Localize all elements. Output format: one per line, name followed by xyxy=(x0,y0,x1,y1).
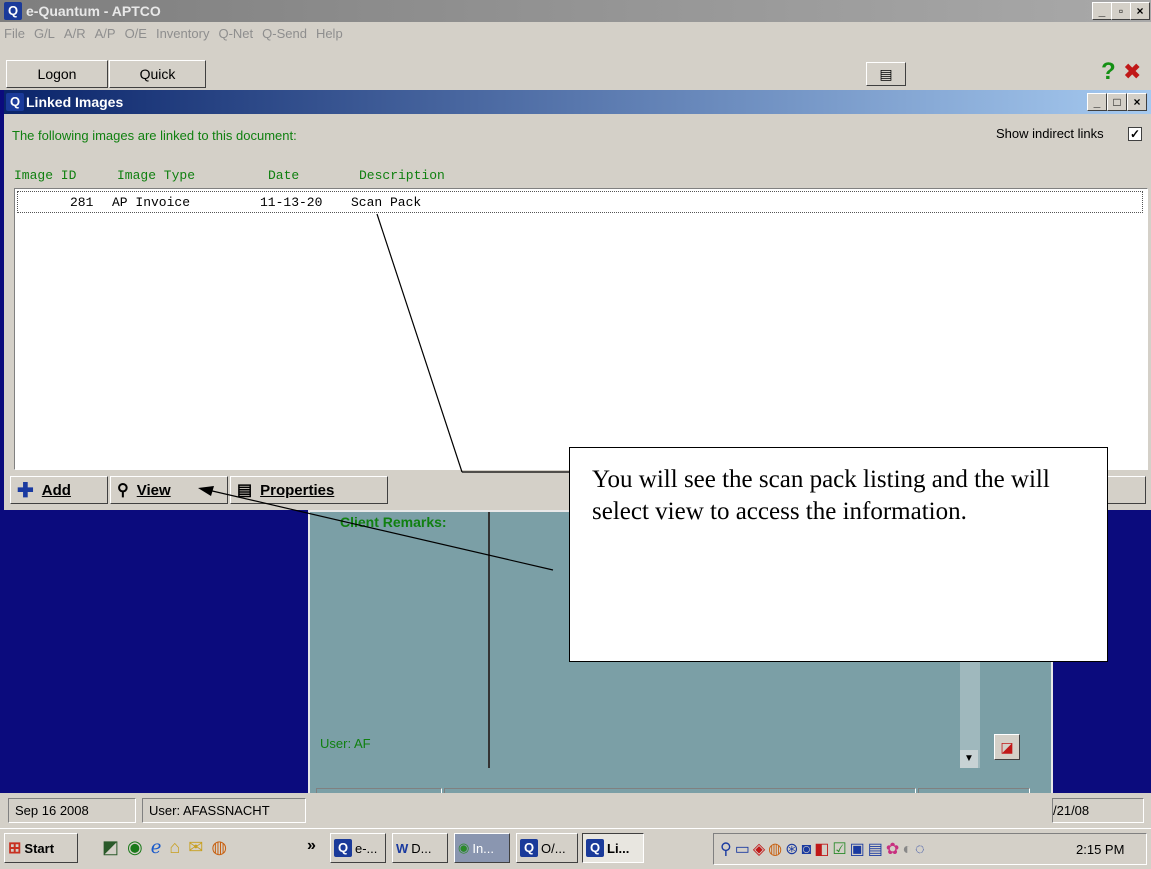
task-label-3: In... xyxy=(472,840,495,856)
ie-icon[interactable]: ℯ xyxy=(151,837,170,857)
quantum-icon: Q xyxy=(586,839,604,857)
task-label-4: O/... xyxy=(541,840,566,856)
callout-text: You will see the scan pack listing and t… xyxy=(592,466,1050,525)
start-button[interactable]: ⊞ Start xyxy=(4,833,78,863)
callout-arrow-to-view xyxy=(207,489,554,571)
app-launch-icon[interactable]: ◉ xyxy=(127,837,151,857)
word-icon: W xyxy=(396,840,409,856)
quantum-icon: Q xyxy=(334,839,352,857)
tray-icon-2[interactable]: ▭ xyxy=(735,841,753,858)
tray-icon-6[interactable]: ◙ xyxy=(802,841,815,858)
callout-box: You will see the scan pack listing and t… xyxy=(569,447,1108,662)
task-label-5: Li... xyxy=(607,840,630,856)
task-label-1: e-... xyxy=(355,840,378,856)
task-button-3[interactable]: ◉ In... xyxy=(454,833,510,863)
tray-icon-8[interactable]: ☑ xyxy=(832,841,849,858)
callout-line-to-scan-pack xyxy=(376,213,463,473)
tray-icon-3[interactable]: ◈ xyxy=(753,841,768,858)
clock[interactable]: 2:15 PM xyxy=(1076,842,1124,857)
media-icon[interactable]: ◍ xyxy=(211,837,235,857)
tray-icon-9[interactable]: ▣ xyxy=(850,841,868,858)
task-button-1[interactable]: Qe-... xyxy=(330,833,386,863)
folder-icon[interactable]: ⌂ xyxy=(169,837,188,857)
tray-icon-11[interactable]: ✿ xyxy=(886,841,902,858)
taskbar: ⊞ Start ◩◉ℯ⌂✉◍ » Qe-... W D... ◉ In... Q O/… xyxy=(0,828,1151,869)
system-tray: ⚲▭◈◍⊛◙◧☑▣▤✿◐◌ 2:15 PM xyxy=(713,833,1147,865)
tray-icon-5[interactable]: ⊛ xyxy=(785,841,801,858)
outlook-icon[interactable]: ✉ xyxy=(188,837,211,857)
start-label: Start xyxy=(24,840,55,856)
windows-logo-icon: ⊞ xyxy=(8,840,22,857)
tray-icons: ⚲▭◈◍⊛◙◧☑▣▤✿◐◌ xyxy=(720,839,928,859)
tray-icon-10[interactable]: ▤ xyxy=(868,841,886,858)
task-label-2: D... xyxy=(411,840,432,856)
tray-icon-12[interactable]: ◐ xyxy=(902,841,915,858)
desktop-icon[interactable]: ◩ xyxy=(102,837,127,857)
task-button-4[interactable]: Q O/... xyxy=(516,833,578,863)
app-icon-3: ◉ xyxy=(458,840,470,855)
quantum-icon: Q xyxy=(520,839,538,857)
tray-icon-4[interactable]: ◍ xyxy=(768,841,785,858)
tray-icon-13[interactable]: ◌ xyxy=(915,841,928,858)
chevron-icon[interactable]: » xyxy=(307,837,316,855)
task-button-5[interactable]: Q Li... xyxy=(582,833,644,863)
task-button-2[interactable]: W D... xyxy=(392,833,448,863)
callout-arrows xyxy=(198,213,570,571)
callout-arrowhead xyxy=(198,486,214,496)
tray-icon-7[interactable]: ◧ xyxy=(814,841,832,858)
quick-launch: ◩◉ℯ⌂✉◍ xyxy=(102,837,235,858)
tray-icon-1[interactable]: ⚲ xyxy=(720,841,735,858)
